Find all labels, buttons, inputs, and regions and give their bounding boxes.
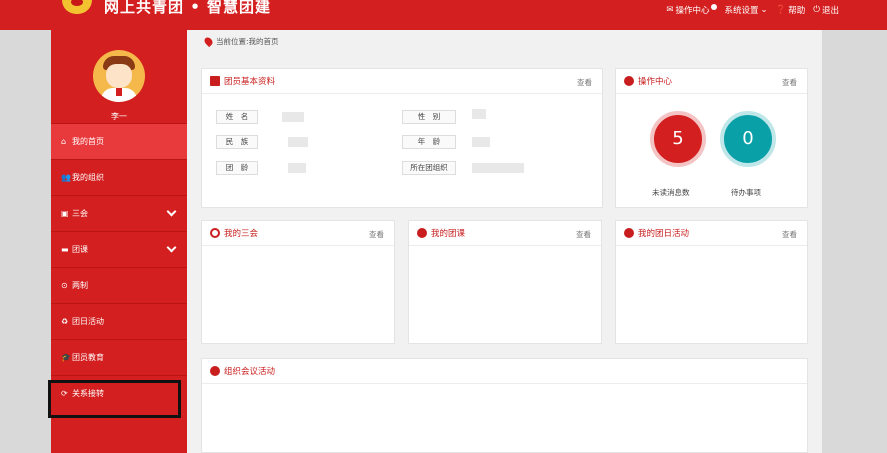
sidebar-item-label: 三会 (72, 209, 88, 218)
unread-label: 未读消息数 (652, 188, 690, 197)
profile-view-link[interactable]: 查看 (577, 77, 592, 88)
tuanri-header: 我的团日活动 查看 (616, 221, 807, 246)
pencil-icon (417, 228, 427, 238)
book-icon (210, 366, 220, 376)
gender-value (472, 109, 486, 119)
ops-center-panel: 操作中心 查看 5 0 未读消息数 待办事项 (615, 68, 808, 208)
sidebar-item-label: 我的组织 (72, 173, 104, 182)
sidebar-item-tuanke[interactable]: ▬ 团课 (51, 231, 187, 267)
calendar-icon: ▣ (61, 209, 69, 218)
sidebar-item-label: 团日活动 (72, 317, 104, 326)
home-icon: ⌂ (61, 137, 67, 146)
chevron-down-icon (166, 206, 177, 217)
top-links: ✉ 操作中心 系统设置 ⌄ ❓ 帮助 ⏻ 退出 (666, 4, 839, 16)
org-value (472, 163, 524, 173)
league-age-label: 团 龄 (216, 161, 258, 175)
user-name: 李一 (111, 112, 127, 121)
users-icon: 👥 (61, 173, 71, 182)
notification-badge (710, 4, 717, 10)
id-card-icon (210, 76, 220, 86)
breadcrumb-text: 当前位置:我的首页 (216, 37, 279, 46)
sidebar-item-tuanri[interactable]: ♻ 团日活动 (51, 303, 187, 339)
age-value (472, 137, 490, 147)
main-content: 当前位置:我的首页 团员基本资料 查看 姓 名 性 别 民 族 年 龄 团 龄 … (187, 30, 822, 453)
tuanke-header: 我的团课 查看 (409, 221, 601, 246)
sanhui-title: 我的三会 (224, 229, 259, 239)
name-value (282, 112, 304, 122)
chevron-down-icon: ⌄ (760, 5, 768, 15)
profile-panel: 团员基本资料 查看 姓 名 性 别 民 族 年 龄 团 龄 所在团组织 (201, 68, 603, 208)
tuanke-panel: 我的团课 查看 (408, 220, 602, 344)
avatar[interactable] (93, 50, 145, 102)
ops-view-link[interactable]: 查看 (782, 77, 797, 88)
sidebar-item-sanhui[interactable]: ▣ 三会 (51, 195, 187, 231)
gear-icon (624, 76, 634, 86)
sanhui-view-link[interactable]: 查看 (369, 229, 384, 240)
cup-icon (210, 228, 220, 238)
tuanri-view-link[interactable]: 查看 (782, 229, 797, 240)
sidebar-item-label: 我的首页 (72, 137, 104, 146)
ops-center-link[interactable]: ✉ 操作中心 (666, 4, 717, 16)
help-label: 帮助 (788, 6, 806, 16)
todo-label: 待办事项 (731, 188, 761, 197)
highlight-box (48, 380, 181, 418)
logout-link[interactable]: ⏻ 退出 (813, 4, 839, 16)
site-title: 网上共青团 • 智慧团建 (104, 0, 272, 16)
profile-panel-header: 团员基本资料 查看 (202, 69, 602, 94)
ops-center-title: 操作中心 (638, 77, 673, 87)
ops-center-label: 操作中心 (675, 6, 710, 16)
tuanke-title: 我的团课 (431, 229, 466, 239)
breadcrumb: 当前位置:我的首页 (202, 35, 279, 48)
todo-count-circle[interactable]: 0 (720, 111, 776, 167)
ethnicity-value (288, 137, 308, 147)
meeting-header: 组织会议活动 (202, 359, 807, 384)
chevron-down-icon (166, 242, 177, 253)
ethnicity-label: 民 族 (216, 135, 258, 149)
tuanri-panel: 我的团日活动 查看 (615, 220, 808, 344)
flag-icon (624, 228, 634, 238)
league-emblem-logo (62, 0, 92, 14)
right-margin (822, 30, 887, 453)
location-pin-icon (202, 35, 215, 48)
org-label: 所在团组织 (402, 161, 456, 175)
sidebar-item-label: 团课 (72, 245, 88, 254)
sidebar-item-organization[interactable]: 👥 我的组织 (51, 159, 187, 195)
circle-icon: ⊙ (61, 281, 68, 290)
sidebar-item-liangzhi[interactable]: ⊙ 两制 (51, 267, 187, 303)
power-icon: ⏻ (813, 5, 820, 15)
settings-link[interactable]: 系统设置 ⌄ (725, 4, 768, 16)
folder-icon: ▬ (61, 245, 69, 254)
help-icon: ❓ (775, 5, 787, 15)
recycle-icon: ♻ (61, 317, 69, 326)
meeting-title: 组织会议活动 (224, 367, 276, 377)
profile-panel-title: 团员基本资料 (224, 77, 276, 87)
sidebar-item-label: 团员教育 (72, 353, 104, 362)
sanhui-header: 我的三会 查看 (202, 221, 394, 246)
meeting-panel: 组织会议活动 (201, 358, 808, 453)
help-link[interactable]: ❓ 帮助 (776, 4, 806, 16)
logout-label: 退出 (821, 6, 839, 16)
league-age-value (288, 163, 306, 173)
unread-count-circle[interactable]: 5 (650, 111, 706, 167)
sidebar-item-label: 两制 (72, 281, 88, 290)
sanhui-panel: 我的三会 查看 (201, 220, 395, 344)
ops-center-header: 操作中心 查看 (616, 69, 807, 94)
gender-label: 性 别 (402, 110, 456, 124)
tuanri-title: 我的团日活动 (638, 229, 690, 239)
graduation-icon: 🎓 (61, 353, 71, 362)
name-label: 姓 名 (216, 110, 258, 124)
top-bar: 网上共青团 • 智慧团建 ✉ 操作中心 系统设置 ⌄ ❓ 帮助 ⏻ 退出 (0, 0, 887, 30)
sidebar-item-home[interactable]: ⌂ 我的首页 (51, 123, 187, 159)
sidebar-item-education[interactable]: 🎓 团员教育 (51, 339, 187, 375)
sidebar-nav: ⌂ 我的首页 👥 我的组织 ▣ 三会 ▬ 团课 ⊙ 两制 ♻ 团日活动 🎓 团员教育 ⟳ 关系接… (51, 123, 187, 411)
settings-label: 系统设置 (724, 6, 759, 16)
tuanke-view-link[interactable]: 查看 (576, 229, 591, 240)
age-label: 年 龄 (402, 135, 456, 149)
